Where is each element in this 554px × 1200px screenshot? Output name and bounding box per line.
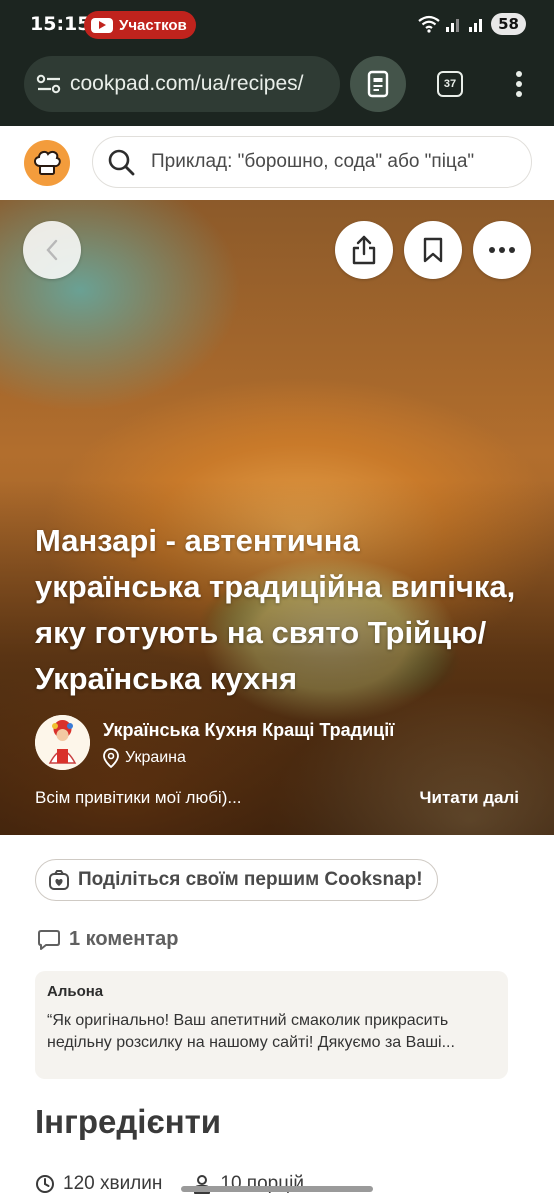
- site-settings-icon[interactable]: [36, 72, 62, 96]
- more-vertical-icon: [516, 71, 522, 97]
- bookmark-icon: [423, 237, 443, 263]
- recipe-title: Манзарі - автентична українська традицій…: [35, 523, 516, 696]
- browser-menu-button[interactable]: [507, 68, 531, 100]
- comment-icon: [38, 929, 60, 950]
- status-icons: 58: [418, 13, 526, 35]
- more-options-button[interactable]: [473, 221, 531, 279]
- more-horizontal-icon: [489, 247, 515, 253]
- author-avatar[interactable]: [35, 715, 90, 770]
- cook-time-text: 120 хвилин: [63, 1173, 163, 1194]
- status-time: 15:15: [30, 13, 91, 35]
- read-more-link[interactable]: Читати далі: [420, 788, 519, 808]
- cookpad-logo[interactable]: [24, 140, 70, 186]
- site-header: Приклад: "борошно, сода" або "піца": [0, 126, 554, 200]
- cooksnap-button[interactable]: Поділіться своїм першим Cooksnap!: [35, 859, 438, 901]
- reader-mode-button[interactable]: [350, 56, 406, 112]
- author-avatar-image: [35, 715, 90, 770]
- battery-indicator: 58: [491, 13, 526, 35]
- comments-header[interactable]: 1 коментар: [37, 928, 179, 951]
- signal-icon-2: [469, 19, 483, 32]
- search-icon: [108, 149, 135, 176]
- author-name[interactable]: Українська Кухня Кращі Традиції: [103, 720, 433, 741]
- youtube-icon: [91, 17, 113, 33]
- browser-toolbar: cookpad.com/ua/recipes/ 37: [0, 50, 554, 126]
- comment-card[interactable]: Альона “Як оригінально! Ваш апетитний см…: [35, 971, 508, 1079]
- search-placeholder: Приклад: "борошно, сода" або "піца": [151, 151, 475, 172]
- share-button[interactable]: [335, 221, 393, 279]
- wifi-icon: [418, 15, 440, 33]
- cook-time: 120 хвилин: [35, 1173, 162, 1195]
- location-pin-icon: [103, 748, 119, 768]
- cooksnap-label: Поділіться своїм першим Cooksnap!: [78, 869, 423, 890]
- ingredients-title: Інгредієнти: [35, 1103, 222, 1140]
- youtube-notification-pill[interactable]: Участков: [84, 11, 196, 39]
- back-button[interactable]: [23, 221, 81, 279]
- comment-author: Альона: [47, 983, 104, 1000]
- chef-hat-icon: [34, 150, 61, 175]
- chevron-left-icon: [46, 239, 58, 261]
- search-input[interactable]: Приклад: "борошно, сода" або "піца": [92, 136, 532, 188]
- bookmark-button[interactable]: [404, 221, 462, 279]
- cooksnap-icon: [49, 870, 69, 890]
- status-bar: 15:15 Участков 58: [0, 0, 554, 50]
- author-location: Украина: [103, 748, 186, 768]
- document-icon: [367, 70, 389, 98]
- recipe-hero-image: Манзарі - автентична українська традицій…: [0, 200, 554, 835]
- comments-count: 1 коментар: [69, 928, 179, 950]
- address-bar[interactable]: cookpad.com/ua/recipes/: [24, 56, 340, 112]
- gesture-nav-handle[interactable]: [181, 1186, 373, 1192]
- author-location-text: Украина: [125, 749, 186, 766]
- comment-text: “Як оригінально! Ваш апетитний смаколик …: [47, 1012, 455, 1051]
- url-text: cookpad.com/ua/recipes/: [70, 72, 304, 95]
- signal-icon: [446, 19, 460, 32]
- share-icon: [352, 235, 376, 265]
- story-excerpt: Всім привітики мої любі)...: [35, 788, 242, 807]
- tab-switcher-button[interactable]: 37: [437, 71, 463, 97]
- clock-icon: [36, 1175, 54, 1193]
- notification-text: Участков: [119, 16, 187, 34]
